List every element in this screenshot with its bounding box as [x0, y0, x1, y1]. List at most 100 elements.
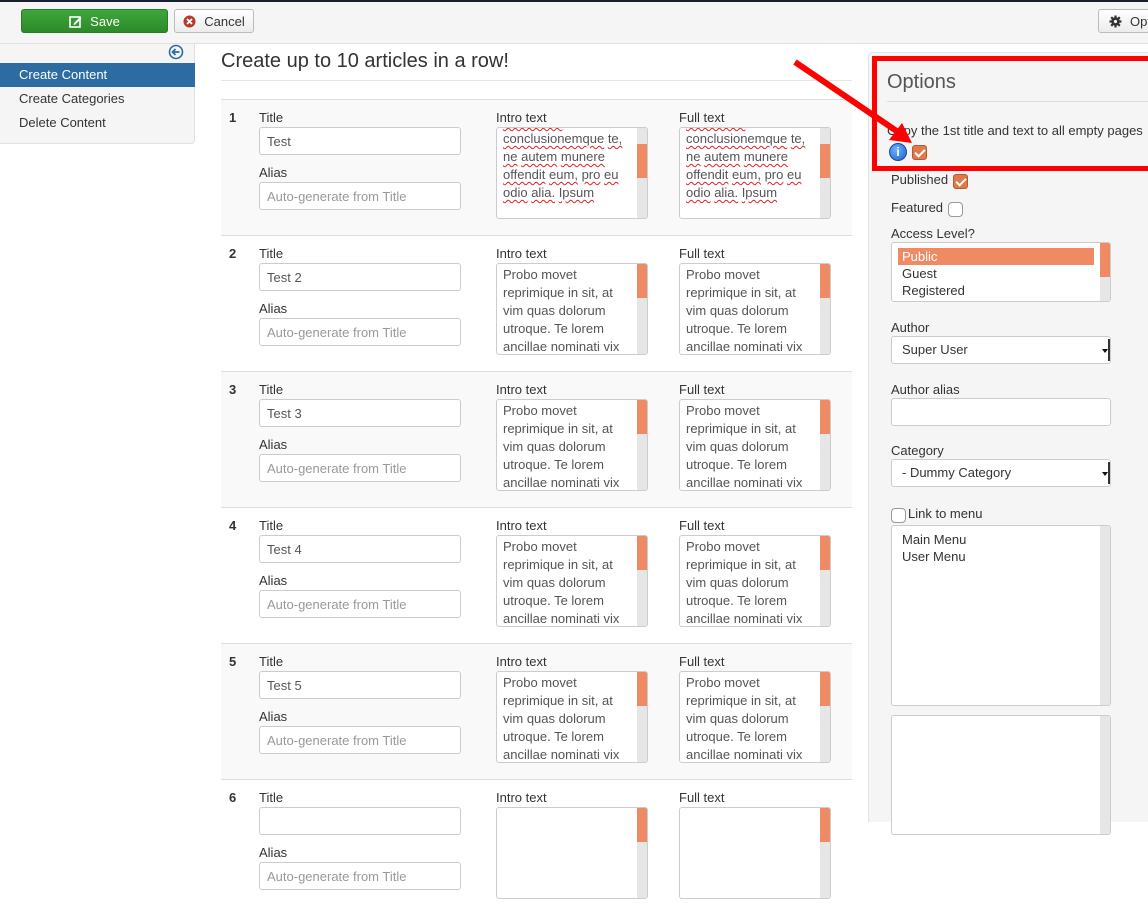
scrollbar[interactable]: [820, 672, 830, 762]
scrollbar-thumb[interactable]: [1100, 243, 1110, 277]
sidebar-item-label: Delete Content: [19, 115, 106, 130]
sidebar-item-delete-content[interactable]: Delete Content: [0, 111, 195, 135]
author-select[interactable]: Super User: [891, 336, 1111, 364]
scrollbar-thumb[interactable]: [637, 808, 647, 842]
scrollbar[interactable]: [637, 128, 647, 218]
full-text-value: Probo movet reprimique in sit, at vim qu…: [686, 267, 803, 354]
misspelled-word: Ipsum: [741, 185, 778, 200]
full-textarea[interactable]: Probo movet reprimique in sit, at vim qu…: [679, 671, 831, 763]
full-textarea[interactable]: definiebas conclusionemque te, ne autem …: [679, 127, 831, 219]
intro-textarea[interactable]: Probo movet reprimique in sit, at vim qu…: [496, 535, 648, 627]
save-label: Save: [90, 13, 120, 29]
scrollbar-thumb[interactable]: [820, 672, 830, 706]
scrollbar[interactable]: [637, 264, 647, 354]
category-select[interactable]: - Dummy Category: [891, 459, 1111, 487]
sidebar-item-create-content[interactable]: Create Content: [0, 63, 195, 87]
alias-input[interactable]: [259, 862, 461, 890]
published-checkbox[interactable]: [953, 174, 968, 189]
menu-option-user[interactable]: User Menu: [898, 548, 1094, 565]
collapse-sidebar-icon[interactable]: [168, 44, 184, 60]
scrollbar-thumb[interactable]: [637, 144, 647, 178]
full-text-value: definiebas conclusionemque te, ne autem …: [686, 128, 816, 202]
intro-textarea[interactable]: Probo movet reprimique in sit, at vim qu…: [496, 263, 648, 355]
misspelled-word: eu: [604, 167, 619, 182]
scrollbar[interactable]: [820, 264, 830, 354]
menu-item-listbox[interactable]: [891, 715, 1111, 835]
scrollbar[interactable]: [637, 400, 647, 490]
scrollbar-thumb[interactable]: [820, 536, 830, 570]
menu-listbox[interactable]: Main Menu User Menu: [891, 525, 1111, 706]
misspelled-word: Ipsum: [558, 185, 595, 200]
scrollbar[interactable]: [637, 672, 647, 762]
scrollbar[interactable]: [1100, 526, 1110, 705]
scrollbar-thumb[interactable]: [820, 400, 830, 434]
alias-input[interactable]: [259, 454, 461, 482]
save-button[interactable]: Save: [21, 9, 168, 33]
intro-textarea[interactable]: definiebas conclusionemque te, ne autem …: [496, 127, 648, 219]
scrollbar-thumb[interactable]: [637, 672, 647, 706]
edit-icon: [69, 15, 82, 28]
options-button[interactable]: Options: [1098, 9, 1148, 33]
title-input[interactable]: [259, 399, 461, 427]
info-icon[interactable]: i: [889, 143, 907, 161]
alias-input[interactable]: [259, 590, 461, 618]
misspelled-word: odio: [686, 185, 711, 200]
misspelled-word: definiebas: [503, 127, 562, 128]
link-to-menu-checkbox[interactable]: [891, 508, 906, 523]
cancel-button[interactable]: Cancel: [174, 9, 254, 33]
full-text-value: Probo movet reprimique in sit, at vim qu…: [686, 675, 803, 762]
full-textarea[interactable]: Probo movet reprimique in sit, at vim qu…: [679, 399, 831, 491]
intro-textarea[interactable]: [496, 807, 648, 899]
featured-checkbox[interactable]: [948, 202, 963, 217]
dropdown-arrow-icon: [1102, 462, 1110, 484]
scrollbar[interactable]: [1100, 716, 1110, 834]
scrollbar-thumb[interactable]: [820, 144, 830, 178]
access-level-listbox[interactable]: Public Guest Registered: [891, 242, 1111, 302]
scrollbar[interactable]: [637, 536, 647, 626]
intro-text-label: Intro text: [496, 382, 547, 397]
scrollbar[interactable]: [820, 128, 830, 218]
scrollbar[interactable]: [820, 808, 830, 898]
scrollbar[interactable]: [637, 808, 647, 898]
sidebar: Create Content Create Categories Delete …: [0, 44, 195, 144]
copy-first-checkbox[interactable]: [912, 145, 927, 160]
access-option-registered[interactable]: Registered: [898, 282, 1094, 299]
cancel-label: Cancel: [204, 13, 245, 29]
misspelled-word: eu: [787, 167, 802, 182]
full-textarea[interactable]: Probo movet reprimique in sit, at vim qu…: [679, 263, 831, 355]
article-row: 2 Title Alias Intro text Probo movet rep…: [221, 235, 852, 371]
alias-label: Alias: [259, 165, 288, 180]
gear-icon: [1109, 15, 1122, 28]
title-input[interactable]: [259, 263, 461, 291]
scrollbar[interactable]: [1100, 243, 1110, 301]
scrollbar-thumb[interactable]: [820, 808, 830, 842]
misspelled-word: eum,: [732, 167, 761, 182]
alias-input[interactable]: [259, 182, 461, 210]
full-text-value: Probo movet reprimique in sit, at vim qu…: [686, 403, 803, 490]
sidebar-item-create-categories[interactable]: Create Categories: [0, 87, 195, 111]
title-input[interactable]: [259, 535, 461, 563]
options-panel: Options Copy the 1st title and text to a…: [868, 52, 1148, 835]
title-input[interactable]: [259, 671, 461, 699]
full-textarea[interactable]: [679, 807, 831, 899]
intro-textarea[interactable]: Probo movet reprimique in sit, at vim qu…: [496, 671, 648, 763]
access-option-public[interactable]: Public: [898, 248, 1094, 265]
row-number: 2: [229, 246, 237, 261]
intro-textarea[interactable]: Probo movet reprimique in sit, at vim qu…: [496, 399, 648, 491]
alias-input[interactable]: [259, 318, 461, 346]
author-alias-input[interactable]: [891, 398, 1111, 426]
alias-input[interactable]: [259, 726, 461, 754]
access-option-guest[interactable]: Guest: [898, 265, 1094, 282]
dropdown-arrow-icon: [1102, 339, 1110, 361]
scrollbar-thumb[interactable]: [637, 536, 647, 570]
menu-option-main[interactable]: Main Menu: [898, 531, 1094, 548]
scrollbar[interactable]: [820, 536, 830, 626]
intro-text-value: Probo movet reprimique in sit, at vim qu…: [503, 267, 620, 354]
title-input[interactable]: [259, 807, 461, 835]
title-input[interactable]: [259, 127, 461, 155]
scrollbar-thumb[interactable]: [637, 400, 647, 434]
full-textarea[interactable]: Probo movet reprimique in sit, at vim qu…: [679, 535, 831, 627]
scrollbar-thumb[interactable]: [637, 264, 647, 298]
scrollbar[interactable]: [820, 400, 830, 490]
scrollbar-thumb[interactable]: [820, 264, 830, 298]
